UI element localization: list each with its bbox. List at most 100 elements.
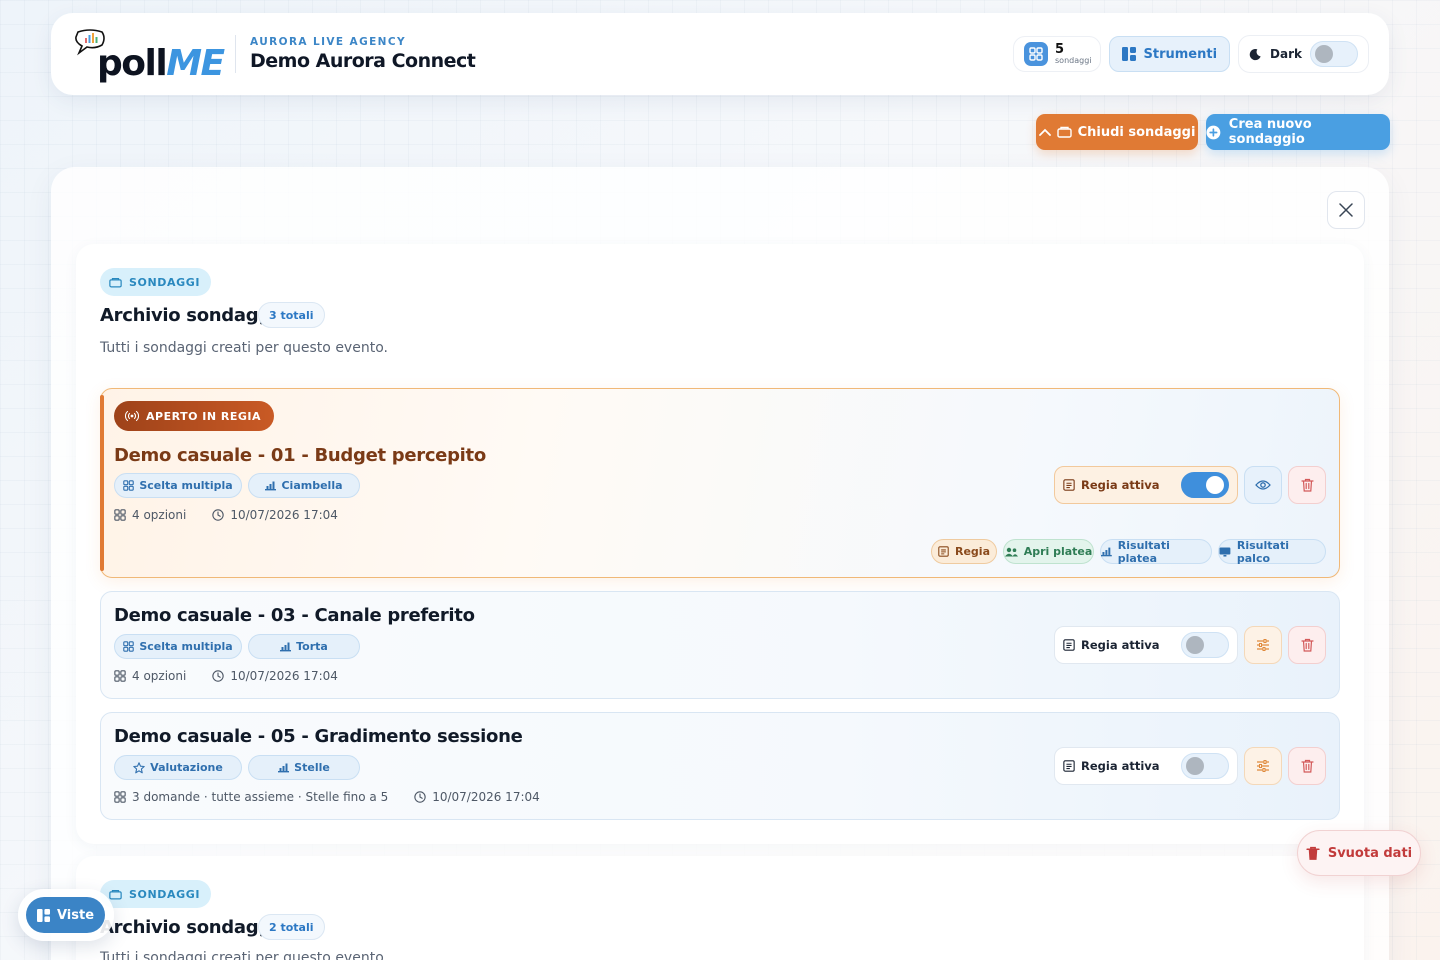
folder-icon <box>109 277 122 287</box>
chart-type-tag: Ciambella <box>248 473 360 498</box>
close-polls-button[interactable]: Chiudi sondaggi <box>1036 114 1198 150</box>
section-kicker-label: SONDAGGI <box>129 275 201 289</box>
regia-toggle-control[interactable]: Regia attiva <box>1054 466 1238 504</box>
grid-icon <box>114 509 126 521</box>
folder-icon <box>109 889 122 899</box>
close-icon <box>1339 203 1353 217</box>
views-button[interactable]: Viste <box>26 897 105 933</box>
poll-card[interactable]: Demo casuale - 05 - Gradimento sessione … <box>100 712 1340 820</box>
regia-switch[interactable] <box>1181 753 1229 779</box>
create-poll-button[interactable]: Crea nuovo sondaggio <box>1206 114 1390 150</box>
section-subtitle: Tutti i sondaggi creati per questo event… <box>100 340 388 356</box>
poll-type-label: Scelta multipla <box>139 479 233 492</box>
bar-chart-icon <box>1101 547 1112 556</box>
link-audience-results-label: Risultati platea <box>1117 538 1170 565</box>
clear-data-button[interactable]: Svuota dati <box>1297 830 1421 876</box>
delete-poll-button[interactable] <box>1288 747 1326 785</box>
bar-chart-icon <box>280 642 292 651</box>
regia-switch[interactable] <box>1181 632 1229 658</box>
list-icon <box>1063 479 1075 491</box>
trash-icon <box>1300 759 1314 773</box>
grid-icon <box>114 791 126 803</box>
chart-type-label: Torta <box>296 640 328 653</box>
section-kicker: SONDAGGI <box>100 880 212 908</box>
poll-meta: 4 opzioni 10/07/2026 17:04 <box>114 669 338 683</box>
header-divider <box>235 35 236 73</box>
link-regia-label: Regia <box>955 545 990 558</box>
tools-button[interactable]: Strumenti <box>1108 36 1231 72</box>
users-icon <box>1004 547 1018 556</box>
create-poll-label: Crea nuovo sondaggio <box>1228 117 1312 147</box>
regia-toggle-control[interactable]: Regia attiva <box>1054 747 1238 785</box>
poll-type-label: Valutazione <box>150 761 223 774</box>
link-audience-results[interactable]: Risultati platea <box>1100 538 1212 565</box>
options-count: 4 opzioni <box>132 508 187 522</box>
regia-switch[interactable] <box>1181 472 1229 498</box>
regia-toggle-label: Regia attiva <box>1081 478 1160 492</box>
poll-count-value: 5 <box>1055 42 1065 57</box>
poll-meta: 4 opzioni 10/07/2026 17:04 <box>114 508 338 522</box>
clear-data-label: Svuota dati <box>1327 845 1413 861</box>
section-title: Archivio sondaggi <box>100 917 277 938</box>
poll-meta: 3 domande · tutte assieme · Stelle fino … <box>114 790 540 804</box>
options-count: 4 opzioni <box>132 669 187 683</box>
options-count: 3 domande · tutte assieme · Stelle fino … <box>132 790 389 804</box>
panel-close-button[interactable] <box>1327 191 1365 229</box>
settings-button[interactable] <box>1244 747 1282 785</box>
star-icon <box>133 761 145 773</box>
list-icon <box>1063 760 1075 772</box>
app-header: pollME AURORA LIVE AGENCY Demo Aurora Co… <box>51 13 1389 95</box>
pollme-logo[interactable]: pollME <box>71 26 225 84</box>
regia-toggle-label: Regia attiva <box>1081 638 1160 652</box>
section-subtitle: Tutti i sondaggi creati per questo event… <box>100 950 388 960</box>
dashboard-icon <box>36 908 50 922</box>
created-date: 10/07/2026 17:04 <box>230 669 338 683</box>
list-icon <box>938 546 949 557</box>
poll-title[interactable]: Demo casuale - 01 - Budget percepito <box>114 445 486 466</box>
link-stage-results-label: Risultati palco <box>1236 538 1289 565</box>
agency-name: AURORA LIVE AGENCY <box>250 36 406 48</box>
settings-button[interactable] <box>1244 626 1282 664</box>
trash-icon <box>1306 846 1320 860</box>
dark-mode-toggle[interactable] <box>1310 41 1358 67</box>
grid-icon <box>123 641 135 652</box>
delete-poll-button[interactable] <box>1288 626 1326 664</box>
link-regia[interactable]: Regia <box>931 539 997 564</box>
folder-icon <box>1056 126 1072 138</box>
dashboard-icon <box>1121 47 1136 61</box>
poll-archive-section: SONDAGGI Archivio sondaggi 2 totali Tutt… <box>76 856 1364 960</box>
poll-card[interactable]: Demo casuale - 03 - Canale preferito Sce… <box>100 591 1340 699</box>
poll-type-label: Scelta multipla <box>139 640 233 653</box>
poll-title[interactable]: Demo casuale - 05 - Gradimento sessione <box>114 726 523 747</box>
live-status-badge: APERTO IN REGIA <box>114 401 274 431</box>
broadcast-icon <box>125 410 139 422</box>
link-open-audience-label: Apri platea <box>1023 545 1093 558</box>
eye-icon <box>1255 480 1271 490</box>
regia-toggle-label: Regia attiva <box>1081 759 1160 773</box>
created-date: 10/07/2026 17:04 <box>432 790 540 804</box>
chart-type-tag: Torta <box>248 634 360 659</box>
close-polls-label: Chiudi sondaggi <box>1077 124 1196 140</box>
preview-button[interactable] <box>1244 466 1282 504</box>
list-icon <box>1063 639 1075 651</box>
poll-type-tag: Valutazione <box>114 755 242 780</box>
clock-icon <box>212 509 225 521</box>
poll-card-active[interactable]: APERTO IN REGIA Demo casuale - 01 - Budg… <box>100 388 1340 578</box>
regia-toggle-control[interactable]: Regia attiva <box>1054 626 1238 664</box>
logo-wordmark: pollME <box>97 43 225 84</box>
poll-count-indicator: 5 sondaggi <box>1013 36 1101 72</box>
created-date: 10/07/2026 17:04 <box>230 508 338 522</box>
poll-title[interactable]: Demo casuale - 03 - Canale preferito <box>114 605 475 626</box>
section-kicker: SONDAGGI <box>100 268 212 296</box>
poll-type-tag: Scelta multipla <box>114 634 242 659</box>
delete-poll-button[interactable] <box>1288 466 1326 504</box>
link-stage-results[interactable]: Risultati palco <box>1218 538 1326 565</box>
clock-icon <box>414 791 426 803</box>
chart-type-label: Ciambella <box>281 479 343 492</box>
link-open-audience[interactable]: Apri platea <box>1003 539 1094 564</box>
poll-type-tag: Scelta multipla <box>114 473 242 498</box>
clock-icon <box>212 670 225 682</box>
grid-icon <box>1024 42 1048 66</box>
trash-icon <box>1300 478 1314 492</box>
tools-button-label: Strumenti <box>1143 46 1218 62</box>
